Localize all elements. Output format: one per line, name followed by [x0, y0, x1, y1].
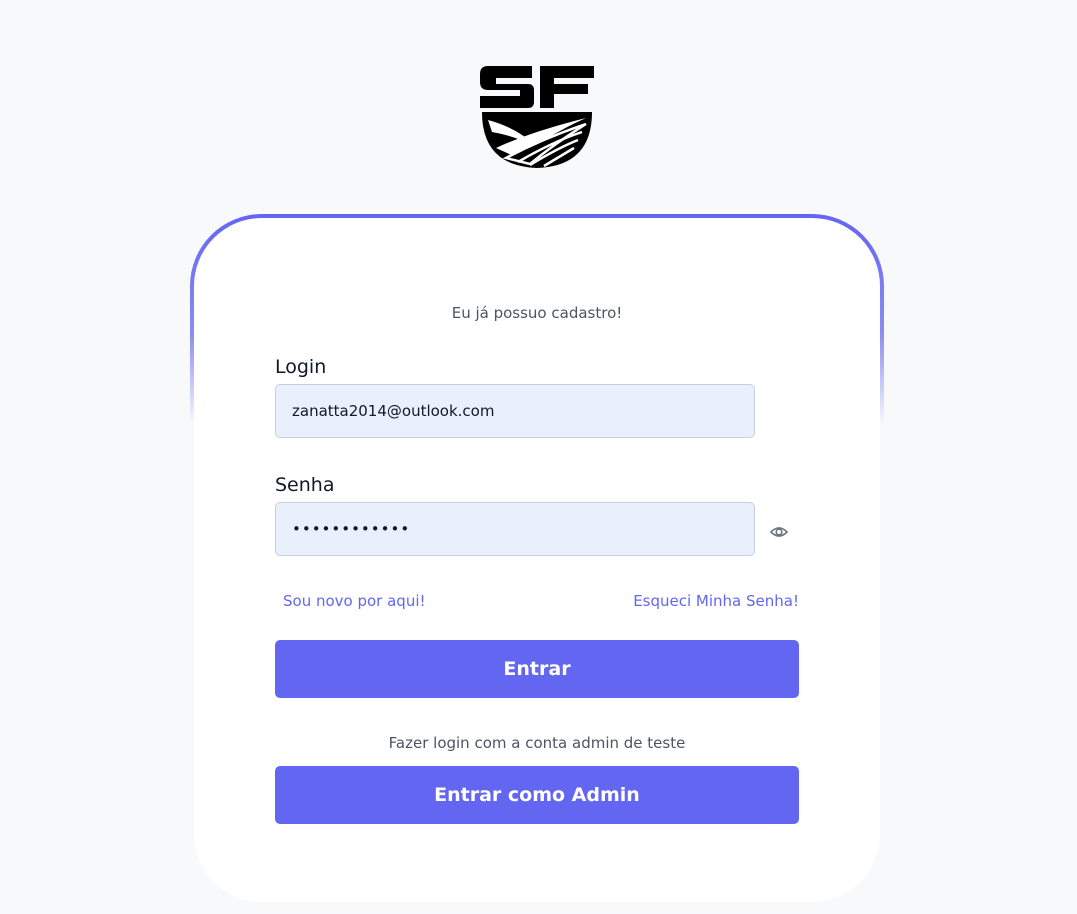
card-subtitle: Eu já possuo cadastro!: [451, 304, 623, 322]
password-input[interactable]: [275, 502, 755, 556]
login-input[interactable]: [275, 384, 755, 438]
admin-login-button[interactable]: Entrar como Admin: [275, 766, 799, 824]
sf-logo-icon: [478, 62, 596, 170]
login-card-frame: Eu já possuo cadastro! Login Senha Sou n…: [190, 214, 884, 906]
login-card: Eu já possuo cadastro! Login Senha Sou n…: [194, 218, 880, 902]
eye-icon[interactable]: [769, 522, 789, 542]
password-label: Senha: [275, 474, 335, 496]
signup-link[interactable]: Sou novo por aqui!: [283, 592, 426, 610]
submit-button[interactable]: Entrar: [275, 640, 799, 698]
login-label: Login: [275, 356, 327, 378]
admin-helper-text: Fazer login com a conta admin de teste: [388, 734, 686, 752]
forgot-password-link[interactable]: Esqueci Minha Senha!: [633, 592, 799, 610]
